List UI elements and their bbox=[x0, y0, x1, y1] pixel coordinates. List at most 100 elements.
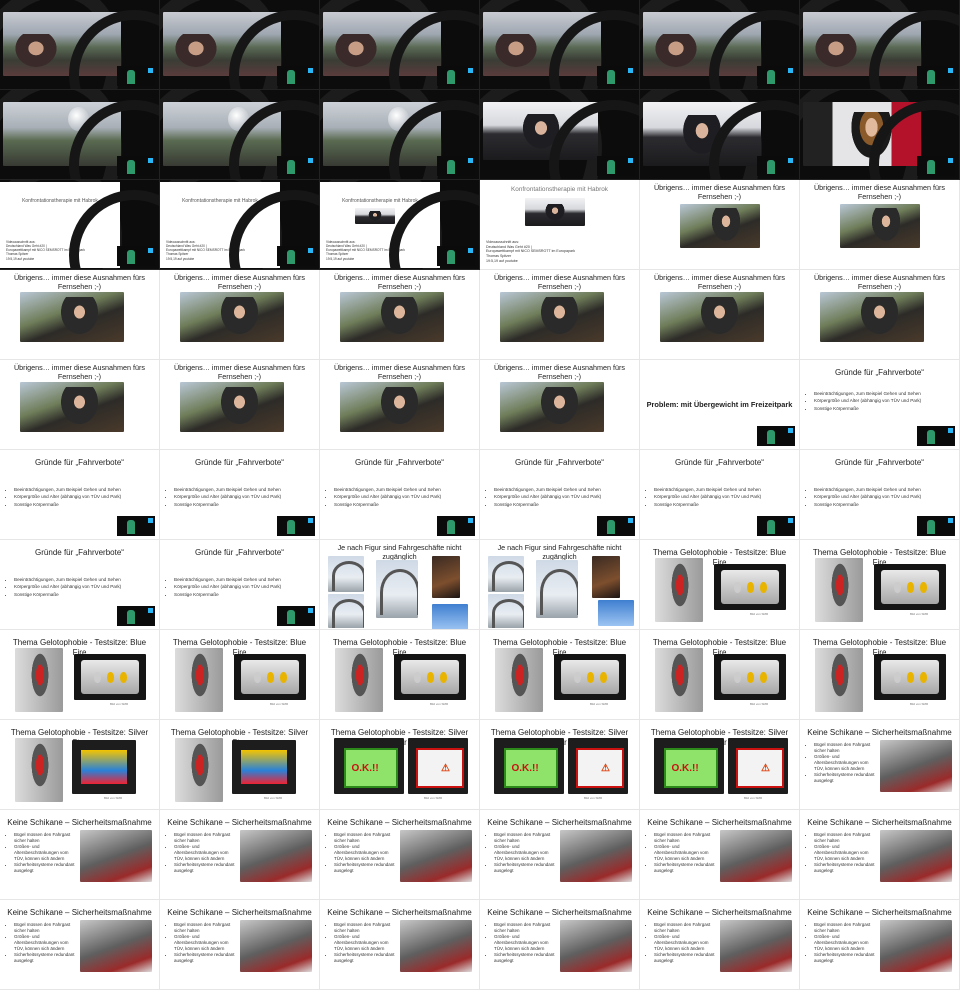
slide-photo bbox=[680, 204, 760, 248]
bullet-item: Größen- und Altersbeschränkungen vom TÜV… bbox=[494, 844, 556, 862]
slide-thumbnail[interactable]: Gründe für „Fahrverbote“ Beeinträchtigung… bbox=[480, 450, 640, 540]
slide-title: Keine Schikane – Sicherheitsmaßnahme bbox=[807, 818, 952, 827]
slide-thumbnail[interactable]: Keine Schikane – Sicherheitsmaßnahme Büge… bbox=[800, 900, 960, 990]
bullet-item: Sicherheitssysteme redundant ausgelegt bbox=[14, 952, 76, 964]
slide-thumbnail[interactable]: Übrigens… immer diese Ausnahmen fürs Fer… bbox=[800, 270, 960, 360]
slide-thumbnail[interactable] bbox=[320, 90, 480, 180]
slide-title: Gründe für „Fahrverbote“ bbox=[515, 458, 604, 467]
slide-thumbnail[interactable] bbox=[0, 0, 160, 90]
slide-thumbnail[interactable]: Keine Schikane – Sicherheitsmaßnahme Büge… bbox=[480, 810, 640, 900]
slide-thumbnail[interactable]: Übrigens… immer diese Ausnahmen fürs Fer… bbox=[640, 180, 800, 270]
slide-thumbnail[interactable] bbox=[480, 90, 640, 180]
slide-thumbnail[interactable]: Problem: mit Übergewicht im Freizeitpark bbox=[640, 360, 800, 450]
slide-thumbnail[interactable]: Keine Schikane – Sicherheitsmaßnahme Büge… bbox=[800, 720, 960, 810]
slide-title: Gründe für „Fahrverbote“ bbox=[195, 458, 284, 467]
slide-thumbnail[interactable]: Gründe für „Fahrverbote“ Beeinträchtigung… bbox=[800, 450, 960, 540]
slide-thumbnail[interactable]: Thema Gelotophobie - Testsitze: Blue Fir… bbox=[0, 630, 160, 720]
slide-photo bbox=[20, 382, 124, 432]
slide-thumbnail[interactable]: Thema Gelotophobie - Testsitze: Blue Fir… bbox=[480, 630, 640, 720]
bullet-item: Beeinträchtigungen, zum Beispiel Gehen u… bbox=[14, 576, 121, 583]
slide-thumbnail[interactable]: Gründe für „Fahrverbote“ Beeinträchtigung… bbox=[640, 450, 800, 540]
image-caption: Bild von SMR bbox=[430, 702, 449, 706]
slide-thumbnail[interactable]: Thema Gelotophobie - Testsitze: Blue Fir… bbox=[800, 540, 960, 630]
video-thumbnail bbox=[437, 156, 475, 176]
slide-thumbnail[interactable]: Gründe für „Fahrverbote“ Beeinträchtigung… bbox=[0, 450, 160, 540]
slide-photo bbox=[536, 560, 578, 618]
slide-thumbnail[interactable]: Übrigens… immer diese Ausnahmen fürs Fer… bbox=[800, 180, 960, 270]
slide-thumbnail[interactable]: Thema Gelotophobie - Testsitze: Silver S… bbox=[480, 720, 640, 810]
video-thumbnail bbox=[917, 516, 955, 536]
slide-thumbnail[interactable]: Gründe für „Fahrverbote“ Beeinträchtigung… bbox=[160, 450, 320, 540]
slide-thumbnail[interactable]: Keine Schikane – Sicherheitsmaßnahme Büge… bbox=[640, 810, 800, 900]
slide-photo bbox=[560, 920, 632, 972]
slide-thumbnail[interactable]: Übrigens… immer diese Ausnahmen fürs Fer… bbox=[640, 270, 800, 360]
bullet-item: Bügel müssen den Fahrgast sicher halten bbox=[654, 922, 716, 934]
slide-thumbnail[interactable]: Thema Gelotophobie - Testsitze: Silver S… bbox=[0, 720, 160, 810]
slide-title: Übrigens… immer diese Ausnahmen fürs Fer… bbox=[173, 273, 306, 291]
slide-thumbnail[interactable]: Je nach Figur sind Fahrgeschäfte nicht z… bbox=[480, 540, 640, 630]
slide-thumbnail[interactable]: Thema Gelotophobie - Testsitze: Blue Fir… bbox=[160, 630, 320, 720]
slide-thumbnail[interactable]: Keine Schikane – Sicherheitsmaßnahme Büge… bbox=[800, 810, 960, 900]
slide-thumbnail[interactable]: Übrigens… immer diese Ausnahmen fürs Fer… bbox=[160, 270, 320, 360]
bullet-item: Bügel müssen den Fahrgast sicher halten bbox=[814, 922, 876, 934]
bullet-item: Beeinträchtigungen, zum Beispiel Gehen u… bbox=[814, 486, 921, 493]
slide-thumbnail[interactable]: Gründe für „Fahrverbote“ Beeinträchtigung… bbox=[160, 540, 320, 630]
slide-thumbnail[interactable]: Keine Schikane – Sicherheitsmaßnahme Büge… bbox=[160, 900, 320, 990]
slide-photo: O.K.!! bbox=[654, 738, 724, 794]
slide-thumbnail[interactable]: Keine Schikane – Sicherheitsmaßnahme Büge… bbox=[480, 900, 640, 990]
slide-thumbnail[interactable] bbox=[160, 0, 320, 90]
slide-title: Konfrontationstherapie mit Habrok bbox=[182, 198, 258, 204]
slide-thumbnail[interactable]: Übrigens… immer diese Ausnahmen fürs Fer… bbox=[320, 270, 480, 360]
slide-photo bbox=[340, 292, 444, 342]
slide-thumbnail[interactable]: Thema Gelotophobie - Testsitze: Blue Fir… bbox=[800, 630, 960, 720]
slide-thumbnail[interactable]: Übrigens… immer diese Ausnahmen fürs Fer… bbox=[480, 360, 640, 450]
slide-photo bbox=[488, 556, 524, 592]
slide-thumbnail[interactable] bbox=[320, 0, 480, 90]
slide-thumbnail[interactable]: Thema Gelotophobie - Testsitze: Blue Fir… bbox=[640, 540, 800, 630]
bullet-item: Sonstige Körpermaße bbox=[174, 591, 281, 598]
slide-thumbnail[interactable]: Konfrontationstherapie mit Habrok Videoau… bbox=[160, 180, 320, 270]
slide-thumbnail[interactable]: Keine Schikane – Sicherheitsmaßnahme Büge… bbox=[160, 810, 320, 900]
bullet-item: Größen- und Altersbeschränkungen vom TÜV… bbox=[14, 844, 76, 862]
slide-photo bbox=[432, 604, 468, 629]
slide-thumbnail[interactable]: Thema Gelotophobie - Testsitze: Silver S… bbox=[320, 720, 480, 810]
video-thumbnail bbox=[277, 606, 315, 626]
bullet-list: Bügel müssen den Fahrgast sicher haltenG… bbox=[168, 832, 236, 874]
slide-thumbnail[interactable]: Thema Gelotophobie - Testsitze: Silver S… bbox=[640, 720, 800, 810]
slide-thumbnail[interactable]: Keine Schikane – Sicherheitsmaßnahme Büge… bbox=[0, 900, 160, 990]
slide-thumbnail[interactable]: Keine Schikane – Sicherheitsmaßnahme Büge… bbox=[0, 810, 160, 900]
slide-thumbnail[interactable] bbox=[640, 0, 800, 90]
slide-thumbnail[interactable]: Gründe für „Fahrverbote“ Beeinträchtigung… bbox=[0, 540, 160, 630]
slide-thumbnail[interactable] bbox=[800, 90, 960, 180]
slide-thumbnail[interactable]: Je nach Figur sind Fahrgeschäfte nicht z… bbox=[320, 540, 480, 630]
slide-thumbnail[interactable]: Gründe für „Fahrverbote“ Beeinträchtigung… bbox=[800, 360, 960, 450]
slide-thumbnail[interactable] bbox=[160, 90, 320, 180]
slide-thumbnail[interactable]: Übrigens… immer diese Ausnahmen fürs Fer… bbox=[160, 360, 320, 450]
slide-thumbnail[interactable] bbox=[640, 90, 800, 180]
slide-thumbnail[interactable]: Thema Gelotophobie - Testsitze: Blue Fir… bbox=[320, 630, 480, 720]
video-thumbnail bbox=[597, 156, 635, 176]
bullet-item: Sonstige Körpermaße bbox=[654, 501, 761, 508]
slide-photo bbox=[240, 830, 312, 882]
slide-title: Gründe für „Fahrverbote“ bbox=[35, 548, 124, 557]
slide-thumbnail[interactable]: Übrigens… immer diese Ausnahmen fürs Fer… bbox=[320, 360, 480, 450]
video-thumbnail bbox=[757, 66, 795, 86]
slide-thumbnail[interactable] bbox=[800, 0, 960, 90]
slide-thumbnail[interactable]: Thema Gelotophobie - Testsitze: Blue Fir… bbox=[640, 630, 800, 720]
panel-button-icon bbox=[760, 672, 767, 683]
slide-thumbnail[interactable] bbox=[0, 90, 160, 180]
slide-thumbnail[interactable]: Keine Schikane – Sicherheitsmaßnahme Büge… bbox=[320, 810, 480, 900]
slide-thumbnail[interactable]: Konfrontationstherapie mit Habrok Videoau… bbox=[480, 180, 640, 270]
slide-thumbnail[interactable]: Übrigens… immer diese Ausnahmen fürs Fer… bbox=[0, 360, 160, 450]
slide-thumbnail[interactable]: Keine Schikane – Sicherheitsmaßnahme Büge… bbox=[640, 900, 800, 990]
slide-thumbnail[interactable]: Thema Gelotophobie - Testsitze: Silver S… bbox=[160, 720, 320, 810]
slide-thumbnail[interactable]: Übrigens… immer diese Ausnahmen fürs Fer… bbox=[480, 270, 640, 360]
slide-thumbnail[interactable]: Keine Schikane – Sicherheitsmaßnahme Büge… bbox=[320, 900, 480, 990]
slide-thumbnail[interactable]: Konfrontationstherapie mit Habrok Videoau… bbox=[0, 180, 160, 270]
slide-thumbnail[interactable]: Gründe für „Fahrverbote“ Beeinträchtigung… bbox=[320, 450, 480, 540]
image-caption: Bild von SMR bbox=[424, 796, 443, 800]
slide-thumbnail[interactable]: Konfrontationstherapie mit Habrok Videoau… bbox=[320, 180, 480, 270]
video-thumbnail bbox=[437, 516, 475, 536]
slide-thumbnail[interactable] bbox=[480, 0, 640, 90]
slide-thumbnail[interactable]: Übrigens… immer diese Ausnahmen fürs Fer… bbox=[0, 270, 160, 360]
